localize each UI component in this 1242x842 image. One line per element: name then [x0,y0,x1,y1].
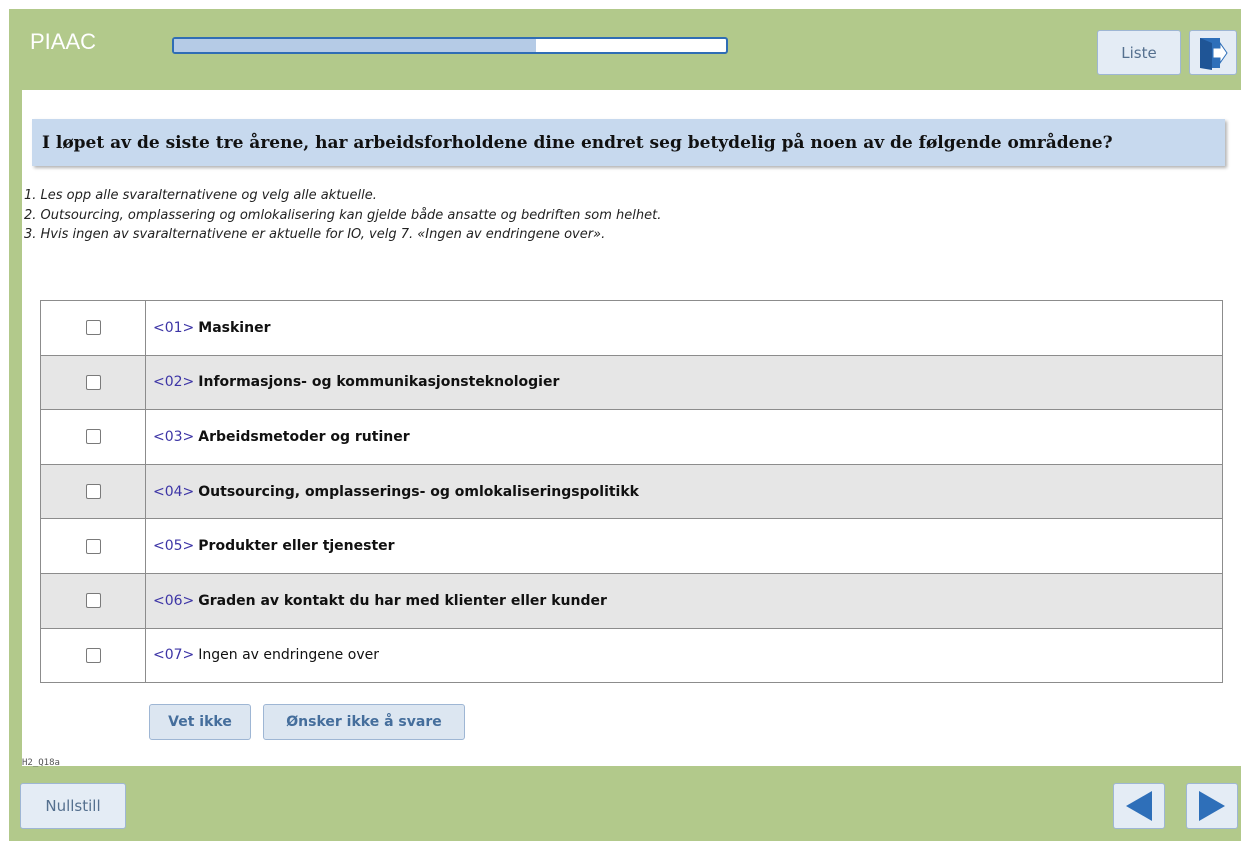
option-label-cell[interactable]: <03> Arbeidsmetoder og rutiner [146,410,1222,464]
option-row-06[interactable]: <06> Graden av kontakt du har med klient… [41,573,1222,629]
option-label: Graden av kontakt du har med klienter el… [198,592,607,609]
question-id: H2_Q18a [22,758,60,768]
arrow-left-icon [1126,791,1152,821]
option-label: Informasjons- og kommunikasjonsteknologi… [198,374,560,391]
option-checkbox-04[interactable] [85,484,101,500]
question-text: I løpet av de siste tre årene, har arbei… [32,119,1225,166]
option-label-cell[interactable]: <06> Graden av kontakt du har med klient… [146,574,1222,628]
option-row-01[interactable]: <01> Maskiner [41,301,1222,356]
previous-button[interactable] [1113,783,1165,829]
option-row-07[interactable]: <07> Ingen av endringene over [41,628,1222,684]
checkbox-cell [41,628,146,683]
instruction-line: 2. Outsourcing, omplassering og omlokali… [24,207,662,223]
option-label-cell[interactable]: <02> Informasjons- og kommunikasjonstekn… [146,356,1222,410]
content-panel: I løpet av de siste tre årene, har arbei… [22,90,1241,766]
option-label-cell[interactable]: <04> Outsourcing, omplasserings- og omlo… [146,465,1222,519]
option-code: <05> [153,538,195,555]
checkbox-cell [41,355,146,410]
option-checkbox-02[interactable] [85,374,101,390]
option-label-cell[interactable]: <01> Maskiner [146,301,1222,355]
option-code: <03> [153,428,195,445]
option-label: Ingen av endringene over [198,647,379,664]
top-bar: PIAAC Liste [9,9,1241,90]
option-code: <01> [153,319,195,336]
checkbox-cell [41,464,146,519]
option-label-cell[interactable]: <05> Produkter eller tjenester [146,519,1222,573]
option-checkbox-06[interactable] [85,593,101,609]
checkbox-cell [41,301,146,355]
option-row-05[interactable]: <05> Produkter eller tjenester [41,519,1222,574]
answer-options-table: <01> Maskiner <02> Informasjons- og komm… [40,300,1223,684]
option-label: Maskiner [198,319,271,336]
option-checkbox-05[interactable] [85,538,101,554]
dont-know-button[interactable]: Vet ikke [149,704,251,740]
option-label: Outsourcing, omplasserings- og omlokalis… [198,483,639,500]
progress-fill [174,39,536,52]
instruction-line: 1. Les opp alle svaralternativene og vel… [24,188,377,203]
checkbox-cell [41,519,146,573]
option-row-02[interactable]: <02> Informasjons- og kommunikasjonstekn… [41,355,1222,411]
option-row-04[interactable]: <04> Outsourcing, omplasserings- og omlo… [41,464,1222,520]
next-button[interactable] [1186,783,1238,829]
app-frame: PIAAC Liste I løpet av de siste tre åren… [9,9,1241,841]
progress-bar [172,37,728,54]
option-code: <07> [153,647,195,664]
exit-door-icon [1200,37,1228,70]
app-title: PIAAC [30,29,97,54]
instruction-line: 3. Hvis ingen av svaralternativene er ak… [24,227,606,242]
exit-button[interactable] [1189,30,1237,75]
option-label: Produkter eller tjenester [198,538,395,555]
option-checkbox-07[interactable] [85,647,101,663]
option-checkbox-01[interactable] [85,320,101,336]
option-code: <02> [153,374,195,391]
option-code: <04> [153,483,195,500]
option-label-cell[interactable]: <07> Ingen av endringene over [146,629,1222,683]
instructions: 1. Les opp alle svaralternativene og vel… [24,186,1214,245]
option-code: <06> [153,592,195,609]
checkbox-cell [41,410,146,464]
option-row-03[interactable]: <03> Arbeidsmetoder og rutiner [41,410,1222,465]
arrow-right-icon [1199,791,1225,821]
checkbox-cell [41,573,146,628]
list-button[interactable]: Liste [1097,30,1181,75]
refuse-button[interactable]: Ønsker ikke å svare [263,704,465,740]
reset-button[interactable]: Nullstill [20,783,126,829]
option-label: Arbeidsmetoder og rutiner [198,428,410,445]
option-checkbox-03[interactable] [85,429,101,445]
